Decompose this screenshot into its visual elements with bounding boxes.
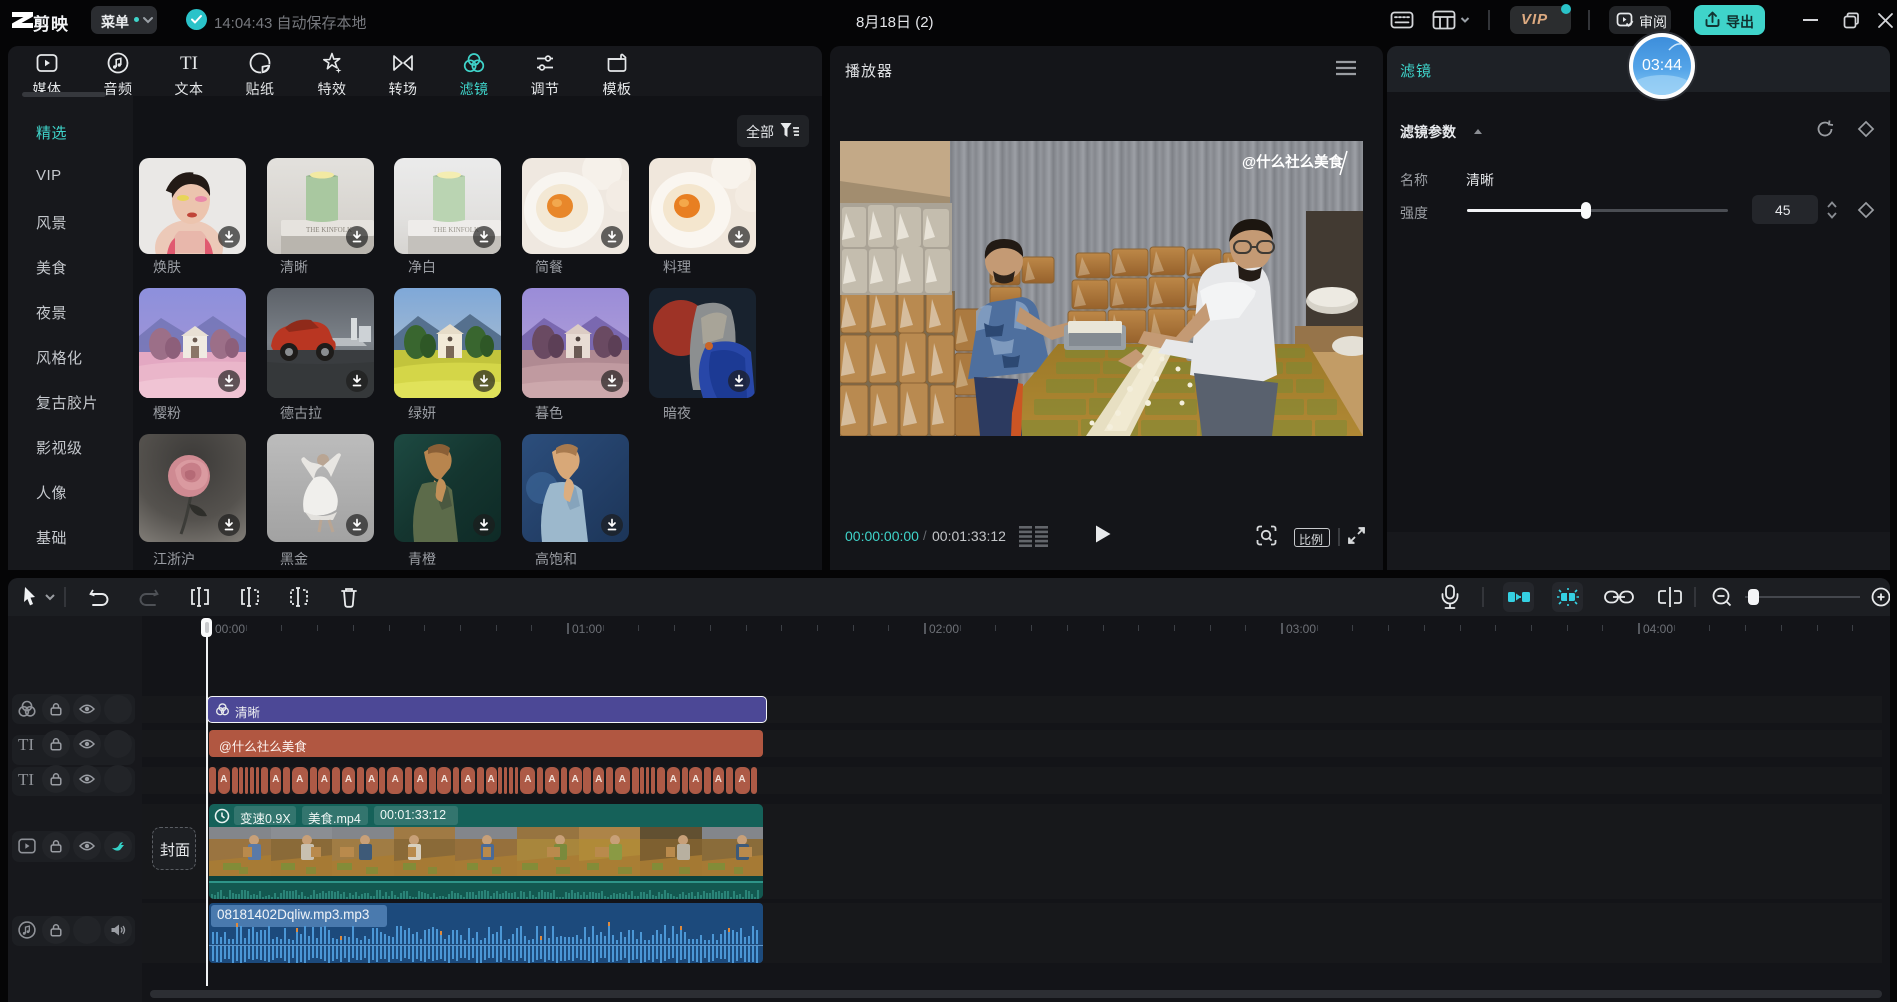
svg-text:@什么社么美食: @什么社么美食 xyxy=(1242,153,1344,171)
svg-text:TI: TI xyxy=(180,53,198,74)
